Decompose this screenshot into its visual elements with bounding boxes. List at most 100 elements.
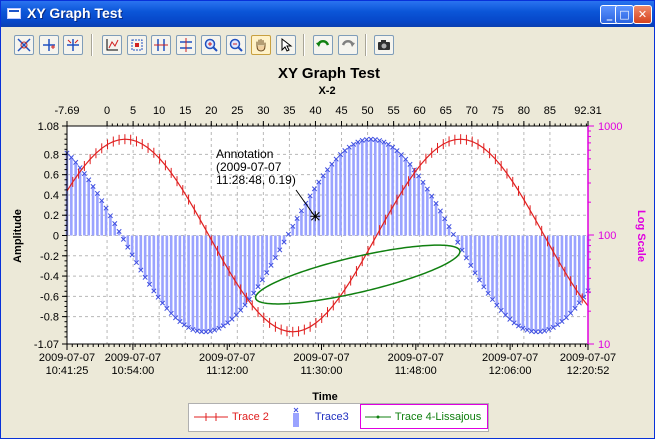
trace3-bar xyxy=(512,235,516,323)
trace3-bar xyxy=(83,173,86,236)
zoom-out-tool[interactable] xyxy=(226,35,246,55)
trace3-bar xyxy=(395,150,399,236)
xy-graph[interactable]: XY Graph Test X-2 Time Amplitude Log Sca… xyxy=(1,61,654,403)
legend-item-trace3[interactable]: Trace3 xyxy=(276,404,360,429)
trace3-bar xyxy=(434,203,438,236)
trace3-bar xyxy=(100,200,104,236)
zoom-in-tool[interactable] xyxy=(201,35,221,55)
trace3-bar xyxy=(300,210,303,236)
x-tick-label-time: 11:12:00 xyxy=(206,365,248,377)
pointer-tool[interactable] xyxy=(276,35,296,55)
y-tick-label: 1.08 xyxy=(38,121,59,133)
trace3-bar xyxy=(222,235,225,326)
x-tick-label-time: 12:06:00 xyxy=(489,365,532,377)
trace3-bar xyxy=(534,235,538,332)
trace3-bar xyxy=(569,235,572,314)
zoom-out-icon xyxy=(229,38,243,52)
cursor-cross-tool[interactable] xyxy=(63,35,83,55)
undo-icon xyxy=(316,40,330,47)
y-tick-label: 0.4 xyxy=(44,190,59,202)
trace3-bar xyxy=(169,235,173,314)
zoom-box-tool[interactable] xyxy=(127,35,147,55)
y-tick-label: -0.2 xyxy=(40,251,59,263)
trace3-bar xyxy=(235,235,238,315)
trace3-bar xyxy=(278,235,282,250)
trace3-bar xyxy=(334,159,338,236)
annotation-text-line: 11:28:48, 0.19) xyxy=(216,173,296,187)
app-icon xyxy=(7,8,21,19)
log-tick-label: 1000 xyxy=(598,121,622,133)
trace3-bar xyxy=(426,189,429,236)
trace3-bar xyxy=(308,195,312,236)
trace3-bar xyxy=(439,210,442,236)
redo-tool[interactable] xyxy=(338,35,358,55)
trace3-bar xyxy=(465,235,468,258)
cursor-plus-tool[interactable] xyxy=(39,35,59,55)
trace3-bar xyxy=(74,162,77,236)
x-tick-label-date: 2009-07-07 xyxy=(482,352,538,364)
pan-tool[interactable] xyxy=(251,35,271,55)
redo-icon xyxy=(341,40,355,47)
x-tick-label-date: 2009-07-07 xyxy=(388,352,444,364)
trace3-bar xyxy=(430,196,433,236)
top-tick-label: 75 xyxy=(492,105,504,117)
undo-tool[interactable] xyxy=(313,35,333,55)
x-axis xyxy=(66,344,589,350)
trace3-bar xyxy=(165,235,169,309)
close-button[interactable]: ✕ xyxy=(633,5,652,24)
trace3-bar xyxy=(161,235,164,304)
horizontal-zoom-icon xyxy=(154,39,168,51)
vertical-zoom-tool[interactable] xyxy=(176,35,196,55)
trace3-bar xyxy=(126,235,130,248)
trace3-bar xyxy=(239,235,242,311)
top-tick-label: 60 xyxy=(414,105,426,117)
top-tick-label: 45 xyxy=(335,105,347,117)
trace3-bar xyxy=(104,208,108,236)
y-tick-label: 0 xyxy=(53,231,59,243)
axis-edit-tool[interactable] xyxy=(102,35,122,55)
snapshot-tool[interactable] xyxy=(374,35,394,55)
y-tick-label: -0.8 xyxy=(40,312,59,324)
trace3-bar xyxy=(391,147,394,236)
trace3-bar xyxy=(491,235,494,300)
maximize-button[interactable]: □ xyxy=(615,5,634,24)
chart-title: XY Graph Test xyxy=(278,65,380,82)
top-tick-label: 15 xyxy=(179,105,191,117)
autoscale-tool[interactable] xyxy=(14,35,34,55)
trace3-bar xyxy=(556,235,559,325)
x-axis-label: Time xyxy=(312,391,337,403)
toolbar xyxy=(1,27,654,61)
trace3-bar xyxy=(517,235,520,326)
annotation-text-line: (2009-07-07 xyxy=(216,160,282,174)
trace3-bar xyxy=(386,144,390,236)
trace3-bar xyxy=(182,235,186,325)
window-title: XY Graph Test xyxy=(27,5,123,21)
trace3-bar xyxy=(560,235,564,322)
trace3-bar xyxy=(91,186,95,236)
trace3-bar xyxy=(530,235,533,332)
trace3-bar xyxy=(404,159,407,236)
top-tick-label: 92.31 xyxy=(574,105,602,117)
x-tick-label-time: 12:20:52 xyxy=(567,365,610,377)
y-tick-label: -0.6 xyxy=(40,291,59,303)
toolbar-separator xyxy=(91,34,93,56)
cursor-cross-icon xyxy=(67,39,79,51)
legend-label-trace4: Trace 4-Lissajous xyxy=(394,410,482,423)
trace3-bar xyxy=(304,203,308,236)
x-tick-label-date: 2009-07-07 xyxy=(105,352,161,364)
trace3-bar xyxy=(486,235,490,294)
trace3-bar xyxy=(195,235,199,331)
legend-item-trace4[interactable]: Trace 4-Lissajous xyxy=(359,404,489,429)
trace3-bar xyxy=(96,193,99,236)
trace3-bar xyxy=(543,235,546,331)
y-tick-label: -0.4 xyxy=(40,271,59,283)
annotation-marker xyxy=(310,211,321,222)
zoom-box-icon xyxy=(131,39,143,51)
x-tick-label-time: 10:41:25 xyxy=(46,365,89,377)
top-tick-label: 70 xyxy=(466,105,478,117)
legend-item-trace2[interactable]: Trace 2 xyxy=(189,404,276,429)
trace3-bar xyxy=(208,235,212,332)
top-tick-label: 0 xyxy=(104,105,110,117)
title-bar[interactable]: XY Graph Test _ □ ✕ xyxy=(1,1,654,27)
horizontal-zoom-tool[interactable] xyxy=(151,35,171,55)
